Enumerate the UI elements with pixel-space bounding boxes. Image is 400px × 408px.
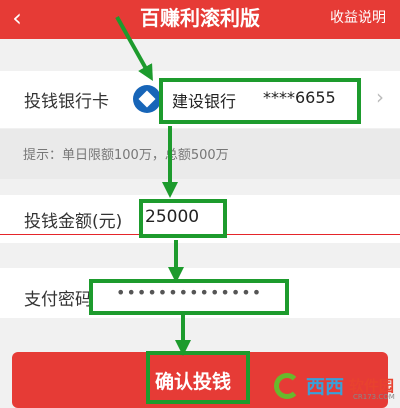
back-button[interactable]: ‹ xyxy=(4,3,30,33)
watermark-text: 西西 xyxy=(306,376,345,398)
chevron-right-icon: › xyxy=(376,85,384,109)
limit-tip-text: 提示：单日限额100万，总额500万 xyxy=(23,148,229,163)
app-header: ‹ 百赚利滚利版 收益说明 xyxy=(0,0,400,39)
watermark-url: CR173.COM xyxy=(353,393,395,401)
watermark-logo-icon xyxy=(274,373,300,399)
bank-name: 建设银行 xyxy=(172,92,237,111)
chevron-left-icon: ‹ xyxy=(12,4,22,32)
site-watermark: 西西 软件园 CR173.COM xyxy=(270,372,400,404)
password-input[interactable] xyxy=(116,282,286,302)
amount-input[interactable] xyxy=(145,204,223,230)
confirm-invest-label: 确认投钱 xyxy=(155,371,232,393)
bank-card-label: 投钱银行卡 xyxy=(24,92,109,112)
password-label: 支付密码 xyxy=(24,290,92,310)
amount-label: 投钱金额(元) xyxy=(24,212,123,232)
limit-tip-row: 提示：单日限额100万，总额500万 xyxy=(0,129,400,179)
page-title-text: 百赚利滚利版 xyxy=(140,6,260,30)
focus-underline xyxy=(0,234,400,235)
earnings-info-link[interactable]: 收益说明 xyxy=(330,0,386,39)
bank-card-row[interactable]: 投钱银行卡 建设银行 ****6655 › xyxy=(0,71,400,128)
amount-row: 投钱金额(元) xyxy=(0,195,400,243)
password-row: 支付密码 xyxy=(0,268,400,318)
card-number-mask: ****6655 xyxy=(263,88,336,107)
bank-logo-icon xyxy=(133,85,161,113)
